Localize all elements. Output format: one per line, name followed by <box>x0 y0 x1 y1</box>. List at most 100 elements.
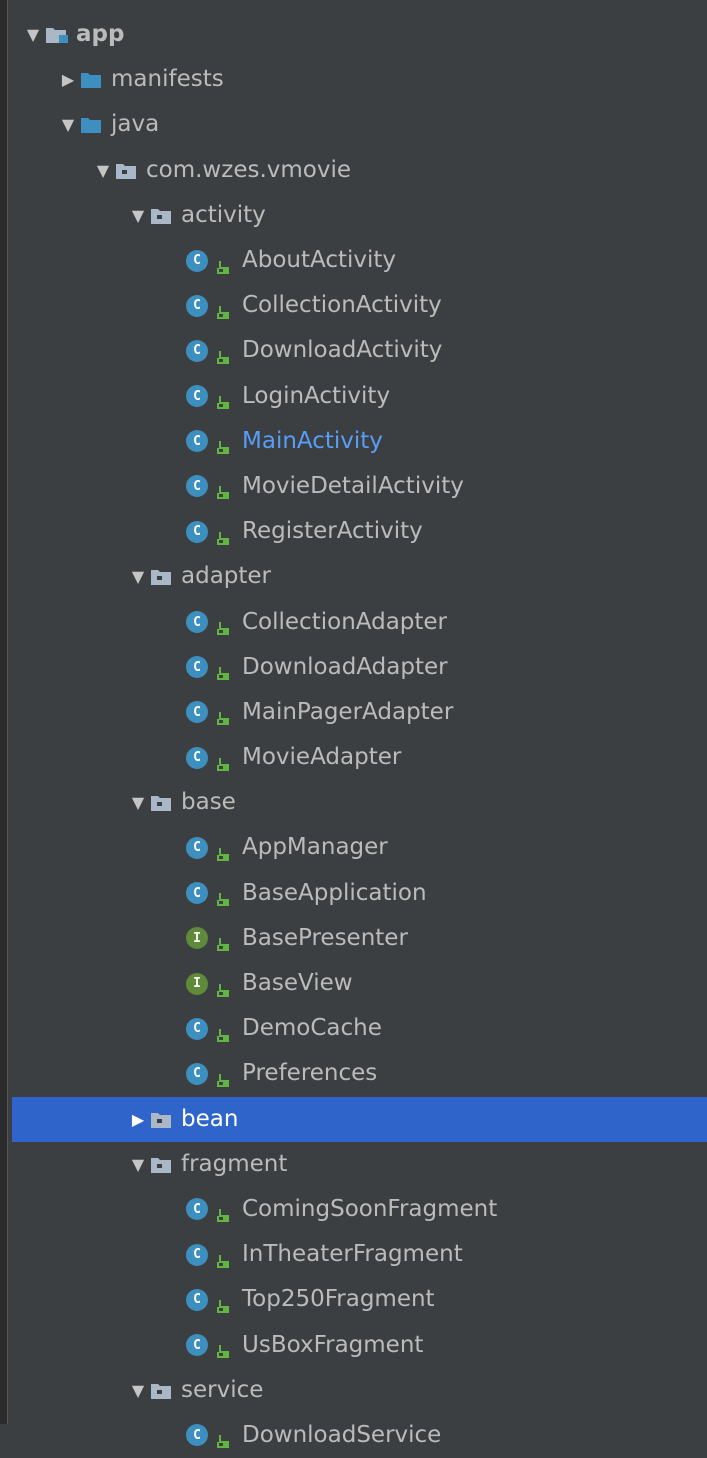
class-icon: C <box>186 1198 208 1221</box>
class-icon: C <box>186 746 208 769</box>
class-icon: C <box>186 294 208 317</box>
collapse-arrow-icon[interactable]: ▶ <box>55 70 81 89</box>
tree-row-label: DownloadAdapter <box>242 653 448 680</box>
tree-row-label: DownloadService <box>242 1421 442 1448</box>
tree-row-label: BaseApplication <box>242 879 427 906</box>
tree-row-label: LoginActivity <box>242 382 391 409</box>
tree-row-collectionactivity[interactable]: C CollectionActivity <box>12 283 707 328</box>
tree-row-basepresenter[interactable]: I BasePresenter <box>12 916 707 961</box>
tree-row-adapter[interactable]: ▼ adapter <box>12 554 707 599</box>
expand-arrow-icon[interactable]: ▼ <box>90 161 116 180</box>
package-folder-icon <box>151 1382 173 1399</box>
collapse-arrow-icon[interactable]: ▶ <box>125 1110 151 1129</box>
tree-row-app[interactable]: ▼ app <box>12 12 707 57</box>
tree-row-bean[interactable]: ▶ bean <box>12 1096 707 1142</box>
interface-icon: I <box>186 972 208 995</box>
public-visibility-icon <box>217 931 231 952</box>
class-icon: C <box>186 520 208 543</box>
panel-edge <box>0 0 7 1424</box>
expand-arrow-icon[interactable]: ▼ <box>55 115 81 134</box>
tree-row-baseapplication[interactable]: C BaseApplication <box>12 871 707 916</box>
tree-row-label: bean <box>181 1105 239 1132</box>
tree-row-downloadservice[interactable]: C DownloadService <box>12 1413 707 1458</box>
expand-arrow-icon[interactable]: ▼ <box>125 1155 151 1174</box>
tree-row-label: AboutActivity <box>242 247 397 274</box>
class-icon: C <box>186 836 208 859</box>
tree-row-manifests[interactable]: ▶ manifests <box>12 57 707 102</box>
public-visibility-icon <box>217 344 231 364</box>
source-folder-icon <box>81 116 103 134</box>
package-folder-icon <box>151 794 173 812</box>
tree-row-usboxfragment[interactable]: C UsBoxFragment <box>12 1322 707 1367</box>
public-visibility-icon <box>217 886 231 907</box>
public-visibility-icon <box>217 479 231 500</box>
public-visibility-icon <box>217 660 231 681</box>
class-icon: C <box>186 882 208 905</box>
public-visibility-icon <box>217 254 231 274</box>
expand-arrow-icon[interactable]: ▼ <box>125 567 151 586</box>
tree-row-label: com.wzes.vmovie <box>146 156 352 183</box>
tree-row-label: RegisterActivity <box>242 518 423 545</box>
tree-row-baseview[interactable]: I BaseView <box>12 961 707 1006</box>
tree-row-label: BaseView <box>242 970 353 997</box>
tree-row-democache[interactable]: C DemoCache <box>12 1006 707 1051</box>
tree-row-label: CollectionActivity <box>242 292 442 319</box>
tree-row-loginactivity[interactable]: C LoginActivity <box>12 374 707 419</box>
tree-row-preferences[interactable]: C Preferences <box>12 1051 707 1096</box>
package-folder-icon <box>116 162 138 179</box>
tree-row-intheaterfragment[interactable]: C InTheaterFragment <box>12 1232 707 1277</box>
package-folder-icon <box>151 1156 173 1173</box>
panel-divider <box>7 0 8 1424</box>
tree-row-label: AppManager <box>242 834 388 861</box>
public-visibility-icon <box>217 434 231 455</box>
class-icon: C <box>186 1424 208 1447</box>
tree-row-activity[interactable]: ▼ activity <box>12 193 707 238</box>
tree-row-label: ComingSoonFragment <box>242 1195 498 1222</box>
tree-row-label: UsBoxFragment <box>242 1331 424 1358</box>
tree-row-fragment[interactable]: ▼ fragment <box>12 1142 707 1187</box>
public-visibility-icon <box>217 615 231 636</box>
expand-arrow-icon[interactable]: ▼ <box>125 206 151 225</box>
public-visibility-icon <box>217 1202 231 1223</box>
public-visibility-icon <box>217 1428 231 1449</box>
tree-row-label: service <box>181 1376 264 1403</box>
tree-row-downloadactivity[interactable]: C DownloadActivity <box>12 328 707 373</box>
tree-row-label: MainPagerAdapter <box>242 698 454 725</box>
tree-row-moviedetailactivity[interactable]: C MovieDetailActivity <box>12 464 707 509</box>
tree-row-mainpageradapter[interactable]: C MainPagerAdapter <box>12 690 707 735</box>
tree-row-downloadadapter[interactable]: C DownloadAdapter <box>12 645 707 690</box>
tree-row-label: InTheaterFragment <box>242 1241 463 1268</box>
public-visibility-icon <box>217 1338 231 1359</box>
expand-arrow-icon[interactable]: ▼ <box>125 793 151 812</box>
class-icon: C <box>186 430 208 453</box>
tree-row-service[interactable]: ▼ service <box>12 1368 707 1413</box>
tree-row-registeractivity[interactable]: C RegisterActivity <box>12 509 707 554</box>
tree-row-label: DemoCache <box>242 1015 382 1042</box>
tree-row-top250fragment[interactable]: C Top250Fragment <box>12 1277 707 1322</box>
tree-row-label: adapter <box>181 563 272 590</box>
tree-row-collectionadapter[interactable]: C CollectionAdapter <box>12 599 707 644</box>
class-icon: C <box>186 1288 208 1311</box>
public-visibility-icon <box>217 1293 231 1313</box>
package-folder-icon <box>151 1111 173 1128</box>
expand-arrow-icon[interactable]: ▼ <box>125 1381 151 1400</box>
class-icon: C <box>186 249 208 272</box>
tree-row-mainactivity[interactable]: C MainActivity <box>12 419 707 464</box>
class-icon: C <box>186 1017 208 1040</box>
tree-row-java[interactable]: ▼ java <box>12 102 707 147</box>
tree-row-base[interactable]: ▼ base <box>12 780 707 825</box>
tree-row-label: activity <box>181 201 266 228</box>
tree-row-label: base <box>181 789 236 816</box>
tree-row-appmanager[interactable]: C AppManager <box>12 825 707 870</box>
public-visibility-icon <box>217 1022 231 1042</box>
tree-row-label: manifests <box>111 66 224 93</box>
tree-row-label: MovieDetailActivity <box>242 472 464 499</box>
tree-row-comingsoonfragment[interactable]: C ComingSoonFragment <box>12 1187 707 1232</box>
tree-row-com-wzes-vmovie[interactable]: ▼ com.wzes.vmovie <box>12 148 707 193</box>
class-icon: C <box>186 701 208 724</box>
project-tree[interactable]: ▼ app ▶ manifests ▼ java ▼ com.wzes.vmovie ▼ acti… <box>12 12 707 1458</box>
tree-row-aboutactivity[interactable]: C AboutActivity <box>12 238 707 283</box>
tree-row-label: fragment <box>181 1150 288 1177</box>
tree-row-movieadapter[interactable]: C MovieAdapter <box>12 735 707 780</box>
expand-arrow-icon[interactable]: ▼ <box>20 25 46 44</box>
